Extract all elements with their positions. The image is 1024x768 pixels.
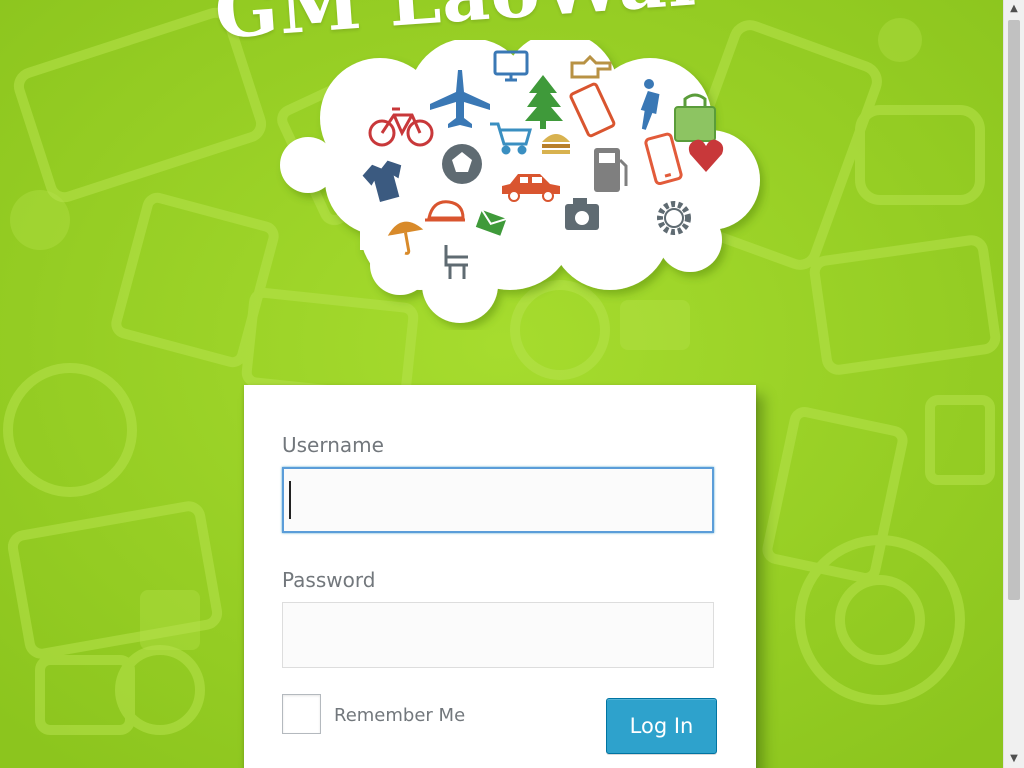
- password-label: Password: [282, 568, 376, 592]
- username-input[interactable]: [282, 467, 714, 533]
- remember-me-label[interactable]: Remember Me: [334, 705, 465, 726]
- text-caret: [289, 481, 291, 519]
- remember-me-checkbox[interactable]: [282, 694, 321, 734]
- scroll-down-arrow-icon[interactable]: ▼: [1004, 750, 1024, 767]
- soccer-ball-icon: [442, 144, 482, 184]
- page-background: GM LaoWai: [0, 0, 1003, 768]
- scrollbar-thumb[interactable]: [1008, 20, 1020, 600]
- username-label: Username: [282, 433, 384, 457]
- login-button[interactable]: Log In: [606, 698, 717, 754]
- password-input[interactable]: [282, 602, 714, 668]
- scroll-up-arrow-icon[interactable]: ▲: [1004, 0, 1024, 17]
- logo-cloud: [280, 40, 760, 323]
- login-form: Username Password Remember Me Log In: [244, 385, 756, 768]
- vertical-scrollbar[interactable]: ▲ ▼: [1003, 0, 1024, 768]
